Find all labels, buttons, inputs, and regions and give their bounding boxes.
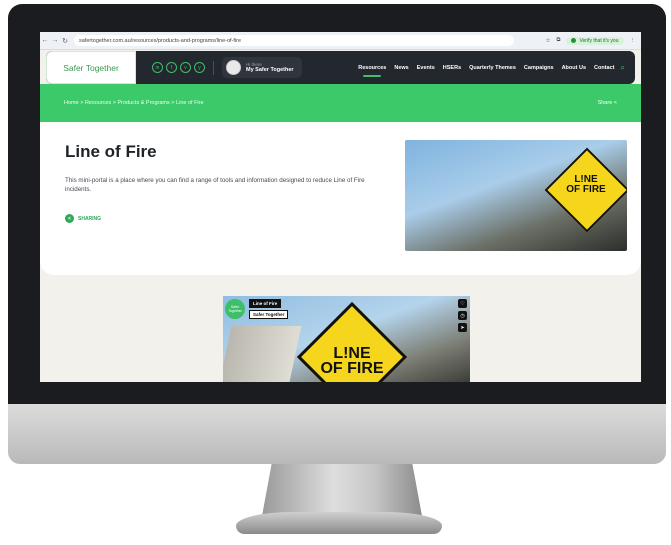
my-safer-together-button[interactable]: Hi there My Safer Together <box>222 57 302 78</box>
video-sign-line-2: OF FIRE <box>320 360 384 377</box>
page-title: Line of Fire <box>65 142 157 161</box>
video-title[interactable]: Line of Fire <box>249 299 282 308</box>
nav-news[interactable]: News <box>394 65 408 71</box>
breadcrumb-bar: Home > Resources > Products & Programs >… <box>40 84 641 122</box>
nav-events[interactable]: Events <box>417 65 435 71</box>
monitor-chin <box>8 404 666 464</box>
user-label: My Safer Together <box>246 67 294 73</box>
breadcrumb[interactable]: Home > Resources > Products & Programs >… <box>64 100 204 106</box>
extensions-icon[interactable]: ⧉ <box>557 37 561 44</box>
sharing-button[interactable]: < SHARING <box>65 214 101 223</box>
back-icon[interactable]: ← <box>40 37 50 44</box>
facebook-icon[interactable]: f <box>166 62 177 73</box>
linkedin-icon[interactable]: in <box>152 62 163 73</box>
nav-hsers[interactable]: HSERs <box>443 65 461 71</box>
monitor-stand-base <box>236 512 442 534</box>
menu-icon[interactable]: ⋮ <box>630 38 636 44</box>
nav-about-us[interactable]: About Us <box>562 65 586 71</box>
site-header: Safer Together in f v y Hi there My Safe… <box>46 51 635 84</box>
share-icon: < <box>65 214 74 223</box>
site-logo[interactable]: Safer Together <box>46 51 136 84</box>
address-bar-url: safertogether.com.au/resources/products-… <box>79 37 242 44</box>
vimeo-icon[interactable]: v <box>180 62 191 73</box>
sharing-label: SHARING <box>78 215 102 222</box>
main-nav: Resources News Events HSERs Quarterly Th… <box>358 65 615 77</box>
browser-toolbar: ← → ↻ safertogether.com.au/resources/pro… <box>40 32 641 50</box>
page-description: This mini-portal is a place where you ca… <box>65 177 365 193</box>
video-player[interactable]: Safer Together Line of Fire Safer Togeth… <box>223 296 470 382</box>
profile-icon <box>571 38 577 43</box>
video-channel-logo[interactable]: Safer Together <box>225 299 245 319</box>
monitor-stand-neck <box>262 464 422 516</box>
browser-viewport: ← → ↻ safertogether.com.au/resources/pro… <box>40 32 641 382</box>
search-icon[interactable]: ⌕ <box>621 63 625 73</box>
avatar <box>226 60 241 75</box>
nav-contact[interactable]: Contact <box>594 65 614 71</box>
youtube-icon[interactable]: y <box>194 62 205 73</box>
heart-icon[interactable]: ♡ <box>458 299 467 308</box>
reload-icon[interactable]: ↻ <box>60 37 70 45</box>
video-channel-name[interactable]: Safer Together <box>249 310 289 319</box>
hero-sign-text: L!NE OF FIRE <box>557 175 615 195</box>
nav-campaigns[interactable]: Campaigns <box>524 65 554 71</box>
monitor-bezel: ← → ↻ safertogether.com.au/resources/pro… <box>8 4 666 408</box>
forward-icon[interactable]: → <box>50 37 60 44</box>
address-bar[interactable]: safertogether.com.au/resources/products-… <box>74 35 514 46</box>
header-divider <box>213 60 214 75</box>
nav-quarterly-themes[interactable]: Quarterly Themes <box>469 65 516 71</box>
verify-label: Verify that it's you <box>579 37 619 44</box>
hero-sign-line-2: OF FIRE <box>566 184 606 195</box>
verify-identity-button[interactable]: Verify that it's you <box>566 36 624 45</box>
video-sign-line-1: L!NE <box>333 345 371 362</box>
social-links: in f v y <box>152 62 205 73</box>
hero-image: L!NE OF FIRE <box>405 140 627 251</box>
send-icon[interactable]: ➤ <box>458 323 467 332</box>
video-sign-text: L!NE OF FIRE <box>319 345 385 377</box>
star-icon[interactable]: ☆ <box>546 38 551 44</box>
video-background-structure <box>223 326 302 382</box>
clock-icon[interactable]: ◷ <box>458 311 467 320</box>
share-button[interactable]: Share < <box>598 100 617 106</box>
logo-text: Safer Together <box>63 62 119 73</box>
hero-card: Line of Fire This mini-portal is a place… <box>40 122 641 275</box>
nav-resources[interactable]: Resources <box>358 65 386 77</box>
